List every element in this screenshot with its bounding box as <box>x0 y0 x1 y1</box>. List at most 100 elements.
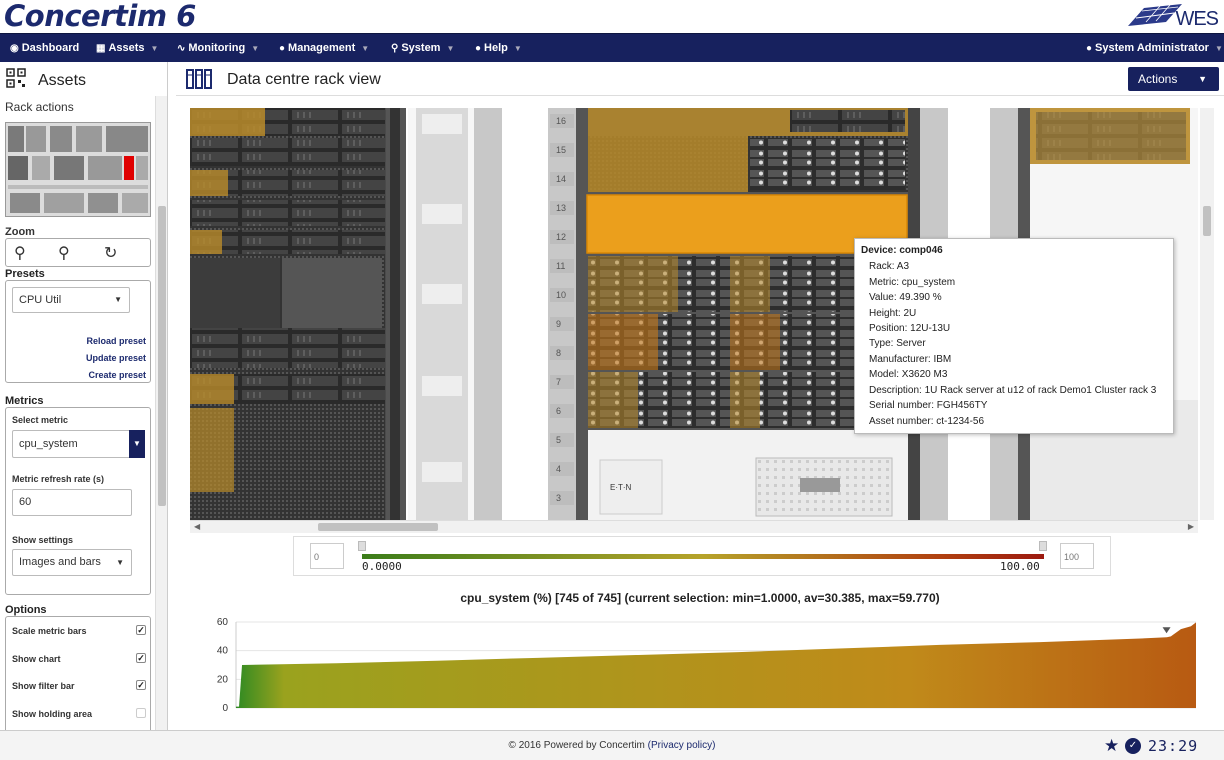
nav-help[interactable]: ● Help ▼ <box>475 34 522 63</box>
nav-monitoring[interactable]: ∿ Monitoring ▼ <box>177 34 259 63</box>
u-label: 14 <box>556 174 566 184</box>
rack-icon <box>186 69 212 89</box>
sidebar-scrollbar-thumb[interactable] <box>158 206 166 506</box>
checkbox-checked[interactable]: ✓ <box>136 680 146 690</box>
tooltip-rack: Rack: A3 <box>869 261 910 272</box>
update-preset-link[interactable]: Update preset <box>86 353 146 363</box>
nav-assets[interactable]: ▦ Assets ▼ <box>96 34 158 63</box>
globe-icon: ● <box>475 43 482 54</box>
minimap-graphic <box>6 123 150 216</box>
actions-button[interactable]: Actions ▼ <box>1128 67 1219 91</box>
nav-system[interactable]: ⚲ System ▼ <box>391 34 454 63</box>
u-label: 5 <box>556 435 561 445</box>
privacy-policy-link[interactable]: (Privacy policy) <box>648 740 716 751</box>
clock-display: 23:29 <box>1148 737 1199 755</box>
option-show-filter-bar[interactable]: Show filter bar ✓ <box>12 680 146 691</box>
star-icon[interactable]: ★ <box>1104 736 1119 756</box>
rack-vertical-scrollbar[interactable] <box>1200 108 1214 520</box>
metric-select[interactable]: cpu_system ▼ <box>12 430 145 458</box>
checkbox-unchecked[interactable] <box>136 708 146 718</box>
nav-monitoring-label: Monitoring <box>188 42 246 54</box>
u-label: 8 <box>556 348 561 358</box>
nav-user-menu[interactable]: ● System Administrator ▼ <box>1086 34 1223 63</box>
chart-y-tick-label: 60 <box>217 617 229 628</box>
chevron-down-icon: ▼ <box>251 44 260 53</box>
option-show-holding-area[interactable]: Show holding area <box>12 708 146 719</box>
scroll-right-icon[interactable]: ▶ <box>1188 521 1194 533</box>
app-title: Concertim 6 <box>4 0 196 33</box>
pdu-label: E·T·N <box>610 483 632 492</box>
u-label-bg <box>550 433 574 447</box>
chevron-down-icon: ▼ <box>446 44 455 53</box>
checkbox-checked[interactable]: ✓ <box>136 625 146 635</box>
device-tooltip: Device: comp046 Rack: A3 Metric: cpu_sys… <box>854 238 1174 434</box>
refresh-rate-value: 60 <box>19 496 32 508</box>
tooltip-asset: Asset number: ct-1234-56 <box>869 416 985 427</box>
vertical-scrollbar-thumb[interactable] <box>1203 206 1211 236</box>
tooltip-manufacturer: Manufacturer: IBM <box>869 354 952 365</box>
refresh-icon[interactable]: ↻ <box>104 243 117 263</box>
show-settings-value: Images and bars <box>19 556 101 568</box>
select-metric-label: Select metric <box>12 415 69 425</box>
nav-management[interactable]: ● Management ▼ <box>279 34 369 63</box>
tachometer-icon: ◉ <box>10 43 19 54</box>
footer-copyright: © 2016 Powered by Concertim <box>508 740 645 751</box>
chevron-down-icon: ▼ <box>361 44 370 53</box>
filter-min-handle[interactable] <box>358 541 366 551</box>
chart-y-tick-label: 20 <box>217 674 229 685</box>
chart-y-tick-label: 0 <box>222 703 228 714</box>
page-title: Data centre rack view <box>227 71 381 88</box>
key-icon: ⚲ <box>391 43 399 54</box>
u-label-bg <box>550 317 574 331</box>
create-preset-link[interactable]: Create preset <box>88 370 146 380</box>
options-label: Options <box>5 604 47 616</box>
tooltip-type: Type: Server <box>869 338 926 349</box>
chart-title: cpu_system (%) [745 of 745] (current sel… <box>460 591 940 605</box>
filter-gradient-bar[interactable] <box>362 554 1044 559</box>
u-label: 6 <box>556 406 561 416</box>
check-circle-icon[interactable]: ✓ <box>1125 738 1141 754</box>
rack-horizontal-scrollbar[interactable]: ◀ ▶ <box>190 520 1198 533</box>
option-label: Show filter bar <box>12 681 75 691</box>
filter-min-label: 0.0000 <box>362 560 402 573</box>
preset-select[interactable]: CPU Util ▼ <box>12 287 130 313</box>
nav-dashboard-label: Dashboard <box>21 42 80 54</box>
footer-text: © 2016 Powered by Concertim (Privacy pol… <box>0 740 1224 751</box>
sidebar-scrollbar[interactable] <box>155 96 167 730</box>
chevron-down-icon: ▼ <box>1214 44 1223 53</box>
zoom-out-icon[interactable]: ⚲ <box>58 243 70 263</box>
tooltip-model: Model: X3620 M3 <box>869 369 948 380</box>
show-settings-select[interactable]: Images and bars ▼ <box>12 549 132 576</box>
metrics-label: Metrics <box>5 395 44 407</box>
u-label: 3 <box>556 493 561 503</box>
nav-user-label: System Administrator <box>1095 42 1209 54</box>
tooltip-metric: Metric: cpu_system <box>869 277 956 288</box>
refresh-rate-input[interactable]: 60 <box>12 489 132 516</box>
nav-help-label: Help <box>484 42 508 54</box>
u-label: 16 <box>556 116 566 126</box>
rack-actions-label: Rack actions <box>5 100 74 114</box>
tooltip-height: Height: 2U <box>869 308 917 319</box>
zoom-label: Zoom <box>5 226 35 238</box>
option-show-chart[interactable]: Show chart ✓ <box>12 653 146 664</box>
rack-minimap[interactable] <box>5 122 151 217</box>
filter-max-handle[interactable] <box>1039 541 1047 551</box>
u-label: 4 <box>556 464 561 474</box>
u-label: 13 <box>556 203 566 213</box>
u-label-bg <box>550 375 574 389</box>
checkbox-checked[interactable]: ✓ <box>136 653 146 663</box>
nav-dashboard[interactable]: ◉ Dashboard <box>10 34 79 63</box>
option-label: Scale metric bars <box>12 626 87 636</box>
horizontal-scrollbar-thumb[interactable] <box>318 523 438 531</box>
u-label-bg <box>550 462 574 476</box>
preset-select-value: CPU Util <box>19 294 62 306</box>
option-scale-metric-bars[interactable]: Scale metric bars ✓ <box>12 625 146 636</box>
show-settings-label: Show settings <box>12 535 74 545</box>
reload-preset-link[interactable]: Reload preset <box>86 336 146 346</box>
zoom-in-icon[interactable]: ⚲ <box>14 243 26 263</box>
chart-selection-marker <box>1162 627 1171 634</box>
metric-filter-bar: 0 0.0000 100.00 100 <box>293 536 1111 576</box>
scroll-left-icon[interactable]: ◀ <box>194 521 200 533</box>
filter-min-input[interactable]: 0 <box>310 543 344 569</box>
filter-max-input[interactable]: 100 <box>1060 543 1094 569</box>
